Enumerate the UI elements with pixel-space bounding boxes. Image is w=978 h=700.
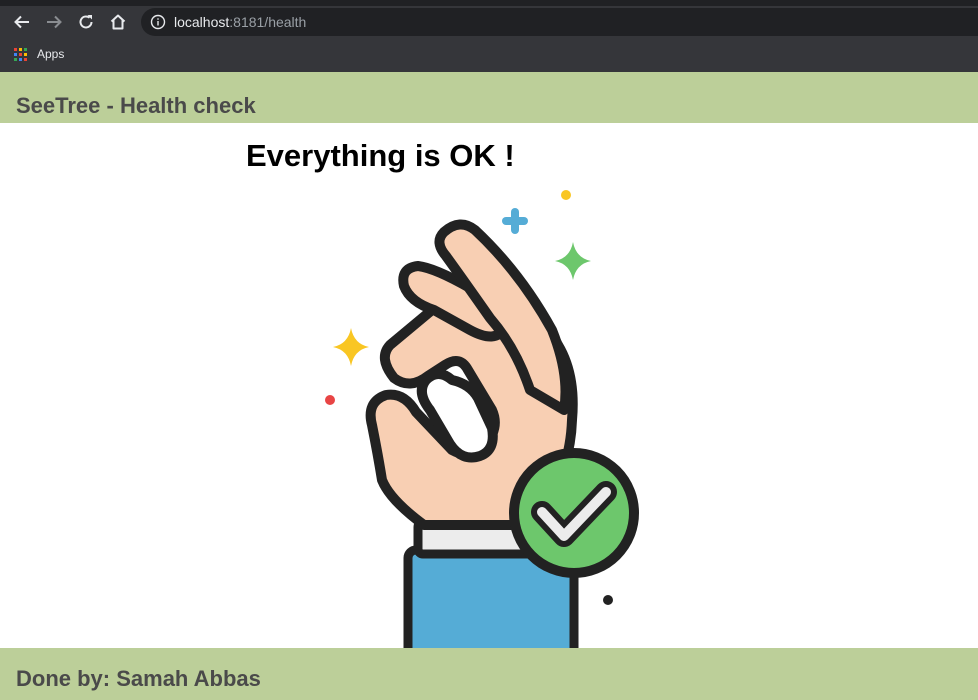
status-message: Everything is OK ! [246,138,515,173]
ok-hand-checkmark-icon [325,190,639,648]
green-star-sparkle-icon [555,242,591,280]
reload-button[interactable] [74,10,98,34]
sparkle-dot-icon [561,190,571,200]
apps-bookmark[interactable]: Apps [14,46,64,62]
check-badge-icon [509,448,639,578]
home-icon [110,14,126,30]
forward-button[interactable] [42,10,66,34]
red-dot-icon [325,395,335,405]
reload-icon [79,15,93,29]
page-header: SeeTree - Health check [0,72,978,123]
bookmarks-bar: Apps [0,40,978,68]
black-dot-icon [603,595,613,605]
apps-label: Apps [37,47,65,61]
back-arrow-icon [14,15,29,29]
tab-strip [0,0,978,6]
browser-chrome: localhost:8181/health Apps [0,0,978,72]
info-icon[interactable] [150,14,166,30]
page-footer: Done by: Samah Abbas [0,648,978,700]
plus-sparkle-icon [502,208,528,234]
url-host: localhost [174,14,230,30]
address-bar[interactable]: localhost:8181/health [141,8,978,36]
back-button[interactable] [10,10,34,34]
url-text[interactable]: localhost:8181/health [174,14,306,30]
page-title: SeeTree - Health check [16,93,256,118]
url-path: :8181/health [229,14,307,30]
home-button[interactable] [106,10,130,34]
apps-grid-icon [14,47,27,61]
forward-arrow-icon [47,15,62,29]
footer-credit: Done by: Samah Abbas [16,666,261,691]
yellow-star-sparkle-icon [333,328,369,366]
